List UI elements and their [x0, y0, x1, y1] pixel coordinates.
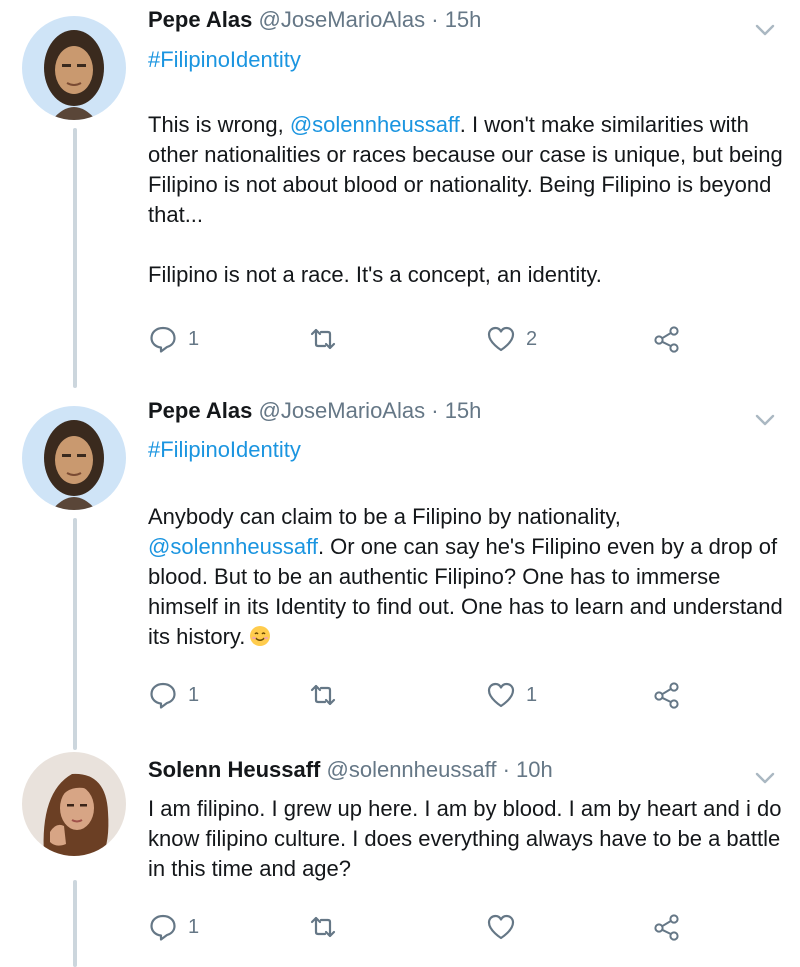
- tweet-paragraph: I am filipino. I grew up here. I am by b…: [148, 796, 782, 881]
- share-button[interactable]: [652, 322, 682, 356]
- avatar[interactable]: [22, 406, 126, 510]
- reply-count: 1: [188, 915, 200, 938]
- retweet-icon: [310, 916, 336, 938]
- retweet-button[interactable]: [308, 910, 348, 944]
- tweet-text: I am filipino. I grew up here. I am by b…: [148, 794, 788, 884]
- retweet-button[interactable]: [308, 322, 348, 356]
- reply-icon: [150, 682, 176, 709]
- smiling-face-emoji: [250, 626, 271, 646]
- user-handle[interactable]: @JoseMarioAlas: [258, 7, 425, 32]
- hashtag-link[interactable]: #FilipinoIdentity: [148, 436, 301, 464]
- display-name[interactable]: Pepe Alas: [148, 398, 252, 423]
- tweet-actions: 1: [148, 910, 708, 944]
- tweet-paragraph: Filipino is not a race. It's a concept, …: [148, 262, 602, 287]
- avatar[interactable]: [22, 16, 126, 120]
- separator-dot: ·: [431, 398, 439, 423]
- share-button[interactable]: [652, 678, 682, 712]
- separator-dot: ·: [431, 7, 439, 32]
- chevron-down-icon[interactable]: [748, 12, 782, 46]
- retweet-icon: [310, 684, 336, 706]
- tweet-actions: 1 2: [148, 322, 708, 356]
- heart-icon: [487, 682, 515, 708]
- display-name[interactable]: Pepe Alas: [148, 7, 252, 32]
- like-count: 1: [526, 683, 538, 706]
- tweet[interactable]: Solenn Heussaff @solennheussaff · 10h I …: [0, 752, 800, 967]
- user-handle[interactable]: @JoseMarioAlas: [258, 398, 425, 423]
- reply-icon: [150, 326, 176, 353]
- chevron-down-icon[interactable]: [748, 402, 782, 436]
- avatar-image: [22, 406, 126, 510]
- avatar-image: [22, 752, 126, 856]
- mention-link[interactable]: @solennheussaff: [290, 112, 460, 137]
- retweet-icon: [310, 328, 336, 350]
- timestamp[interactable]: 10h: [516, 757, 553, 782]
- tweet-actions: 1 1: [148, 678, 708, 712]
- like-button[interactable]: 1: [486, 678, 537, 712]
- reply-button[interactable]: 1: [148, 678, 199, 712]
- like-count: 2: [526, 327, 538, 350]
- display-name[interactable]: Solenn Heussaff: [148, 757, 320, 782]
- text-segment: Anybody can claim to be a Filipino by na…: [148, 504, 621, 529]
- heart-icon: [487, 326, 515, 352]
- tweet-paragraph: This is wrong, @solennheussaff. I won't …: [148, 110, 788, 230]
- tweet-text: This is wrong, @solennheussaff. I won't …: [148, 110, 788, 290]
- reply-button[interactable]: 1: [148, 322, 199, 356]
- share-icon: [654, 326, 679, 353]
- timestamp[interactable]: 15h: [445, 7, 482, 32]
- reply-button[interactable]: 1: [148, 910, 199, 944]
- user-handle[interactable]: @solennheussaff: [327, 757, 497, 782]
- tweet-header: Solenn Heussaff @solennheussaff · 10h: [148, 756, 553, 784]
- reply-icon: [150, 914, 176, 941]
- like-button[interactable]: 2: [486, 322, 537, 356]
- like-button[interactable]: [486, 910, 526, 944]
- text-segment: This is wrong,: [148, 112, 290, 137]
- tweet-text: Anybody can claim to be a Filipino by na…: [148, 502, 788, 652]
- hashtag-link[interactable]: #FilipinoIdentity: [148, 46, 301, 74]
- tweet-header: Pepe Alas @JoseMarioAlas · 15h: [148, 6, 481, 34]
- tweet[interactable]: Pepe Alas @JoseMarioAlas · 15h #Filipino…: [0, 390, 800, 752]
- heart-icon: [487, 914, 515, 940]
- share-button[interactable]: [652, 910, 682, 944]
- share-icon: [654, 682, 679, 709]
- tweet-paragraph: Anybody can claim to be a Filipino by na…: [148, 502, 788, 652]
- tweet-header: Pepe Alas @JoseMarioAlas · 15h: [148, 397, 481, 425]
- reply-count: 1: [188, 683, 200, 706]
- timestamp[interactable]: 15h: [445, 398, 482, 423]
- avatar-image: [22, 16, 126, 120]
- mention-link[interactable]: @solennheussaff: [148, 534, 318, 559]
- share-icon: [654, 914, 679, 941]
- separator-dot: ·: [502, 757, 510, 782]
- chevron-down-icon[interactable]: [748, 760, 782, 794]
- retweet-button[interactable]: [308, 678, 348, 712]
- avatar[interactable]: [22, 752, 126, 856]
- tweet[interactable]: Pepe Alas @JoseMarioAlas · 15h #Filipino…: [0, 0, 800, 390]
- reply-count: 1: [188, 327, 200, 350]
